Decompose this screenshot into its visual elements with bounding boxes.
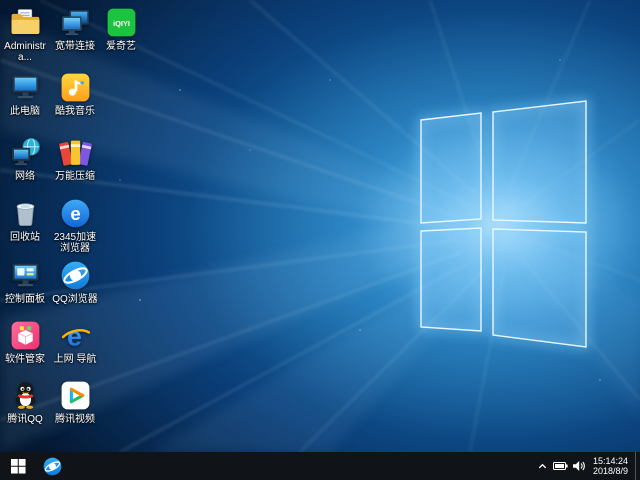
chevron-up-icon bbox=[539, 463, 547, 468]
desktop-icon-web-nav[interactable]: e 上网 导航 bbox=[51, 319, 99, 365]
user-files-folder-icon bbox=[11, 9, 39, 35]
control-panel-icon bbox=[12, 263, 38, 287]
taskbar: 15:14:24 2018/8/9 bbox=[0, 452, 640, 480]
desktop-icon-2345-browser[interactable]: e 2345加速浏览器 bbox=[51, 197, 99, 254]
battery-icon bbox=[553, 462, 569, 470]
desktop-icon-tencent-video[interactable]: 腾讯视频 bbox=[51, 379, 99, 425]
speaker-icon bbox=[572, 461, 585, 471]
show-desktop-button[interactable] bbox=[635, 452, 640, 480]
clock-time: 15:14:24 bbox=[592, 455, 628, 466]
desktop-icon-administrator[interactable]: Administra... bbox=[1, 6, 49, 63]
icon-label: 软件管家 bbox=[5, 354, 45, 365]
desktop[interactable]: Administra... 宽带连接 iQIYI 爱奇艺 此电脑 酷我音乐 网络… bbox=[0, 0, 640, 452]
svg-text:iQIYI: iQIYI bbox=[113, 19, 130, 28]
qq-browser-icon bbox=[43, 457, 61, 475]
svg-text:e: e bbox=[70, 203, 80, 224]
blue-e-navigator-icon: e bbox=[61, 321, 90, 351]
dual-monitors-icon bbox=[61, 10, 89, 36]
computer-monitor-icon bbox=[12, 75, 38, 99]
desktop-icon-software-manager[interactable]: 软件管家 bbox=[1, 319, 49, 365]
desktop-icon-kuwo-music[interactable]: 酷我音乐 bbox=[51, 71, 99, 117]
desktop-icon-compressor[interactable]: 万能压缩 bbox=[51, 136, 99, 182]
icon-label: 酷我音乐 bbox=[55, 106, 95, 117]
iqiyi-icon: iQIYI bbox=[107, 8, 135, 37]
icon-label: 腾讯视频 bbox=[55, 414, 95, 425]
desktop-icon-broadband[interactable]: 宽带连接 bbox=[51, 6, 99, 52]
desktop-icon-iqiyi[interactable]: iQIYI 爱奇艺 bbox=[97, 6, 145, 52]
desktop-icon-this-pc[interactable]: 此电脑 bbox=[1, 71, 49, 117]
desktop-icon-control-panel[interactable]: 控制面板 bbox=[1, 259, 49, 305]
browser-e-globe-icon: e bbox=[61, 199, 89, 228]
taskbar-clock[interactable]: 15:14:24 2018/8/9 bbox=[588, 456, 635, 477]
windows-logo-icon bbox=[10, 458, 26, 474]
icon-label: 控制面板 bbox=[5, 294, 45, 305]
windows-desktop-screen: { "colors": { "taskbar_bg": "#101418", "… bbox=[0, 0, 640, 480]
start-button[interactable] bbox=[0, 452, 36, 480]
desktop-icon-tencent-qq[interactable]: 腾讯QQ bbox=[1, 379, 49, 425]
archive-books-icon bbox=[58, 140, 92, 166]
recycle-bin-icon bbox=[16, 203, 34, 226]
planet-ring-browser-icon bbox=[61, 261, 89, 290]
icon-label: 2345加速浏览器 bbox=[53, 232, 97, 254]
tray-hidden-icons-chevron[interactable] bbox=[534, 452, 552, 480]
icon-label: 腾讯QQ bbox=[7, 414, 43, 425]
icon-label: QQ浏览器 bbox=[52, 294, 98, 305]
icon-label: 宽带连接 bbox=[55, 41, 95, 52]
music-note-icon bbox=[61, 73, 89, 102]
tray-volume[interactable] bbox=[570, 452, 588, 480]
icon-label: 上网 导航 bbox=[53, 354, 97, 365]
desktop-icon-network[interactable]: 网络 bbox=[1, 136, 49, 182]
icon-label: 爱奇艺 bbox=[106, 41, 136, 52]
svg-text:e: e bbox=[67, 321, 82, 351]
qq-penguin-icon bbox=[15, 382, 35, 409]
software-box-icon bbox=[11, 321, 39, 350]
desktop-icon-recycle-bin[interactable]: 回收站 bbox=[1, 197, 49, 243]
icon-label: 万能压缩 bbox=[55, 171, 95, 182]
icon-label: 此电脑 bbox=[10, 106, 40, 117]
icon-label: 回收站 bbox=[10, 232, 40, 243]
video-play-icon bbox=[61, 381, 89, 410]
system-tray: 15:14:24 2018/8/9 bbox=[534, 452, 640, 480]
icon-label: Administra... bbox=[4, 41, 46, 63]
icon-label: 网络 bbox=[15, 171, 35, 182]
desktop-icon-qq-browser[interactable]: QQ浏览器 bbox=[51, 259, 99, 305]
network-globe-icon bbox=[11, 138, 40, 166]
clock-date: 2018/8/9 bbox=[592, 466, 628, 476]
taskbar-qq-browser-button[interactable] bbox=[36, 452, 68, 480]
tray-battery[interactable] bbox=[552, 452, 570, 480]
